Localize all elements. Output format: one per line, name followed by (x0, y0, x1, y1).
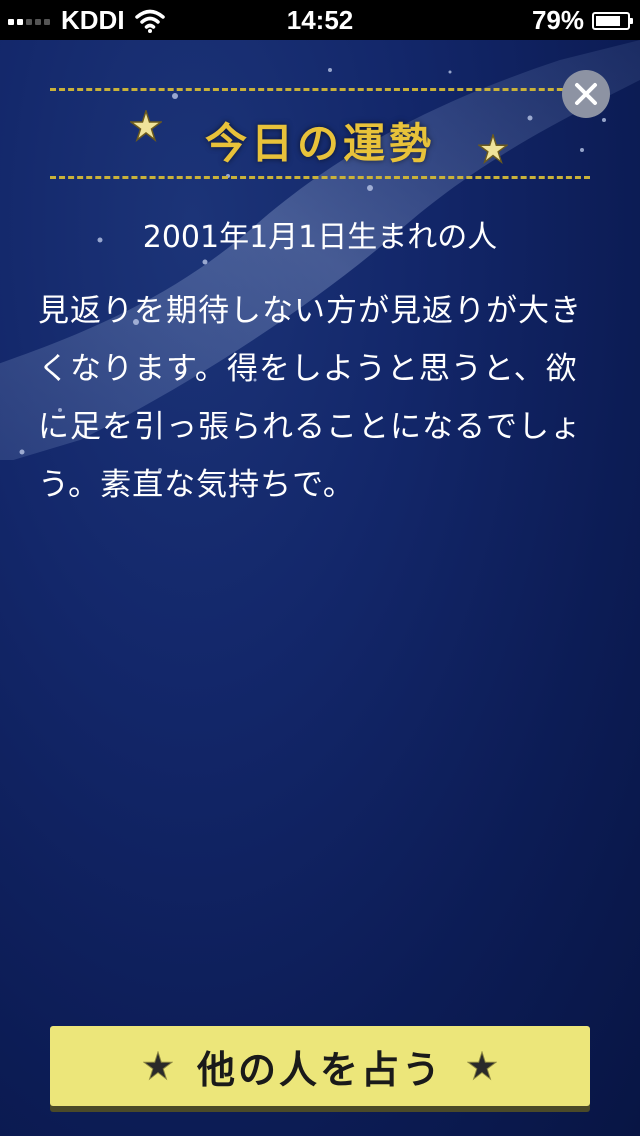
battery-icon (592, 11, 633, 30)
divine-other-button[interactable]: 他の人を占う (50, 1026, 590, 1106)
star-icon (467, 1051, 497, 1081)
star-icon (142, 1051, 173, 1081)
status-right: 79% (531, 5, 633, 36)
close-icon (575, 83, 597, 105)
title-star-right-icon (478, 134, 508, 164)
birthday-label: 2001年1月1日生まれの人 (142, 220, 498, 255)
fortune-screen: KDDI 14:52 79% 今日の運勢 2001年1月1日生まれの人 見返りを… (0, 0, 640, 1136)
close-button[interactable] (562, 70, 610, 118)
divine-other-button-label: 他の人を占う (196, 1046, 443, 1092)
status-bar: KDDI 14:52 79% (0, 0, 640, 40)
header-divider-top (50, 88, 590, 91)
header-divider-bottom (50, 176, 590, 179)
battery-percent: 79% (531, 5, 584, 35)
page-title: 今日の運勢 (204, 119, 435, 168)
fortune-text: 見返りを期待しない方が見返りが大きくなります。得をしようと思うと、欲に足を引っ張… (38, 293, 582, 503)
